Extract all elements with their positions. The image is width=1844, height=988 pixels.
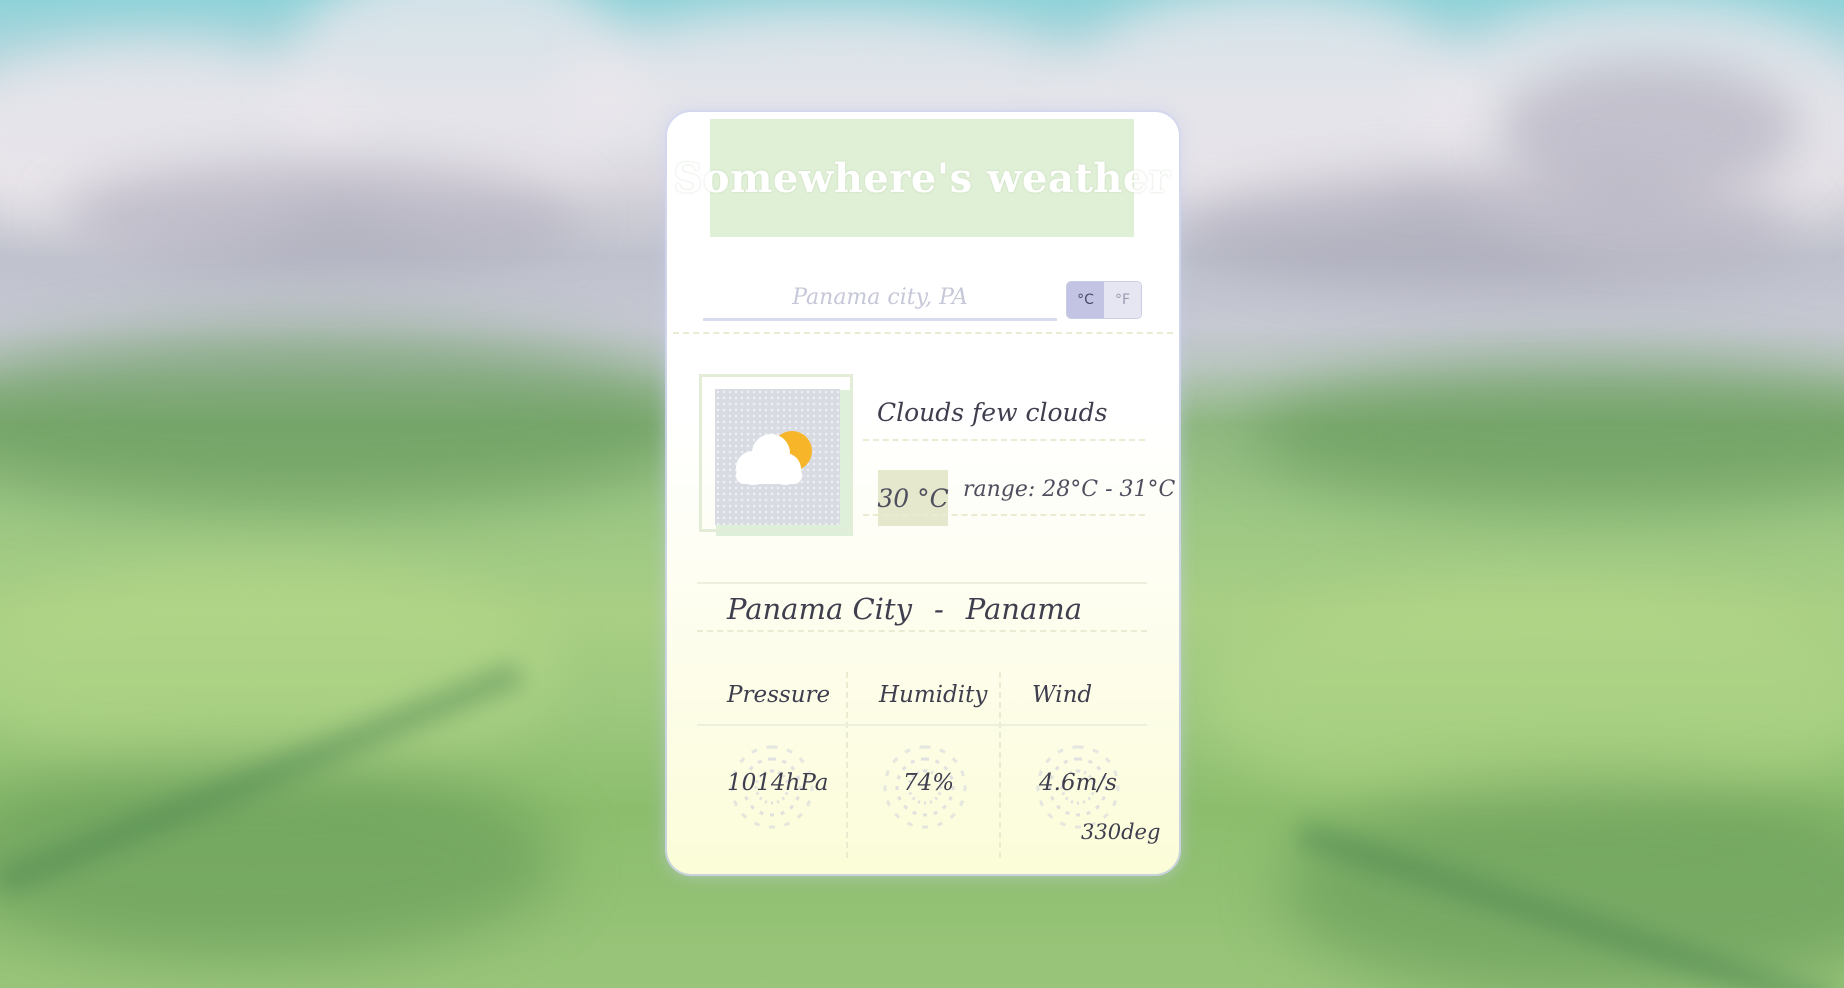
celsius-button[interactable]: °C <box>1067 282 1104 318</box>
divider <box>863 514 1145 516</box>
divider <box>697 630 1147 632</box>
unit-toggle: °C °F <box>1067 282 1141 318</box>
bg-hill <box>1250 360 1844 510</box>
humidity-label: Humidity <box>879 682 988 708</box>
temperature-range: range: 28°C - 31°C <box>963 477 1176 502</box>
weather-description: Clouds few clouds <box>877 398 1108 427</box>
fahrenheit-button[interactable]: °F <box>1104 282 1141 318</box>
divider <box>697 582 1147 584</box>
country-name: Panama <box>965 592 1083 626</box>
divider <box>697 724 1147 726</box>
title-banner: Somewhere's weather <box>674 119 1170 237</box>
few-clouds-day-icon <box>736 431 812 485</box>
column-divider <box>846 672 848 858</box>
divider <box>673 332 1173 334</box>
column-divider <box>999 672 1001 858</box>
bg-field <box>0 560 560 780</box>
city-name: Panama City <box>727 592 912 626</box>
current-temperature: 30 °C <box>877 470 949 526</box>
pressure-value: 1014hPa <box>727 770 829 796</box>
weather-card: Somewhere's weather °C °F Clouds few clo… <box>667 112 1179 874</box>
bg-hill <box>0 330 700 510</box>
app-title: Somewhere's weather <box>673 154 1171 202</box>
city-search-input[interactable] <box>703 276 1057 321</box>
bg-cloud-shadow <box>60 160 580 270</box>
wind-label: Wind <box>1032 682 1093 708</box>
location-line: Panama City - Panama <box>727 592 1082 626</box>
weather-icon-tile <box>715 389 840 525</box>
humidity-value: 74% <box>903 770 955 796</box>
pressure-label: Pressure <box>727 682 831 708</box>
bg-cloud-shadow <box>1500 60 1800 200</box>
wind-speed-value: 4.6m/s <box>1039 770 1117 796</box>
divider <box>863 439 1145 441</box>
location-separator: - <box>933 592 944 626</box>
wind-direction-value: 330deg <box>1081 820 1161 844</box>
bg-hill <box>1280 780 1844 988</box>
